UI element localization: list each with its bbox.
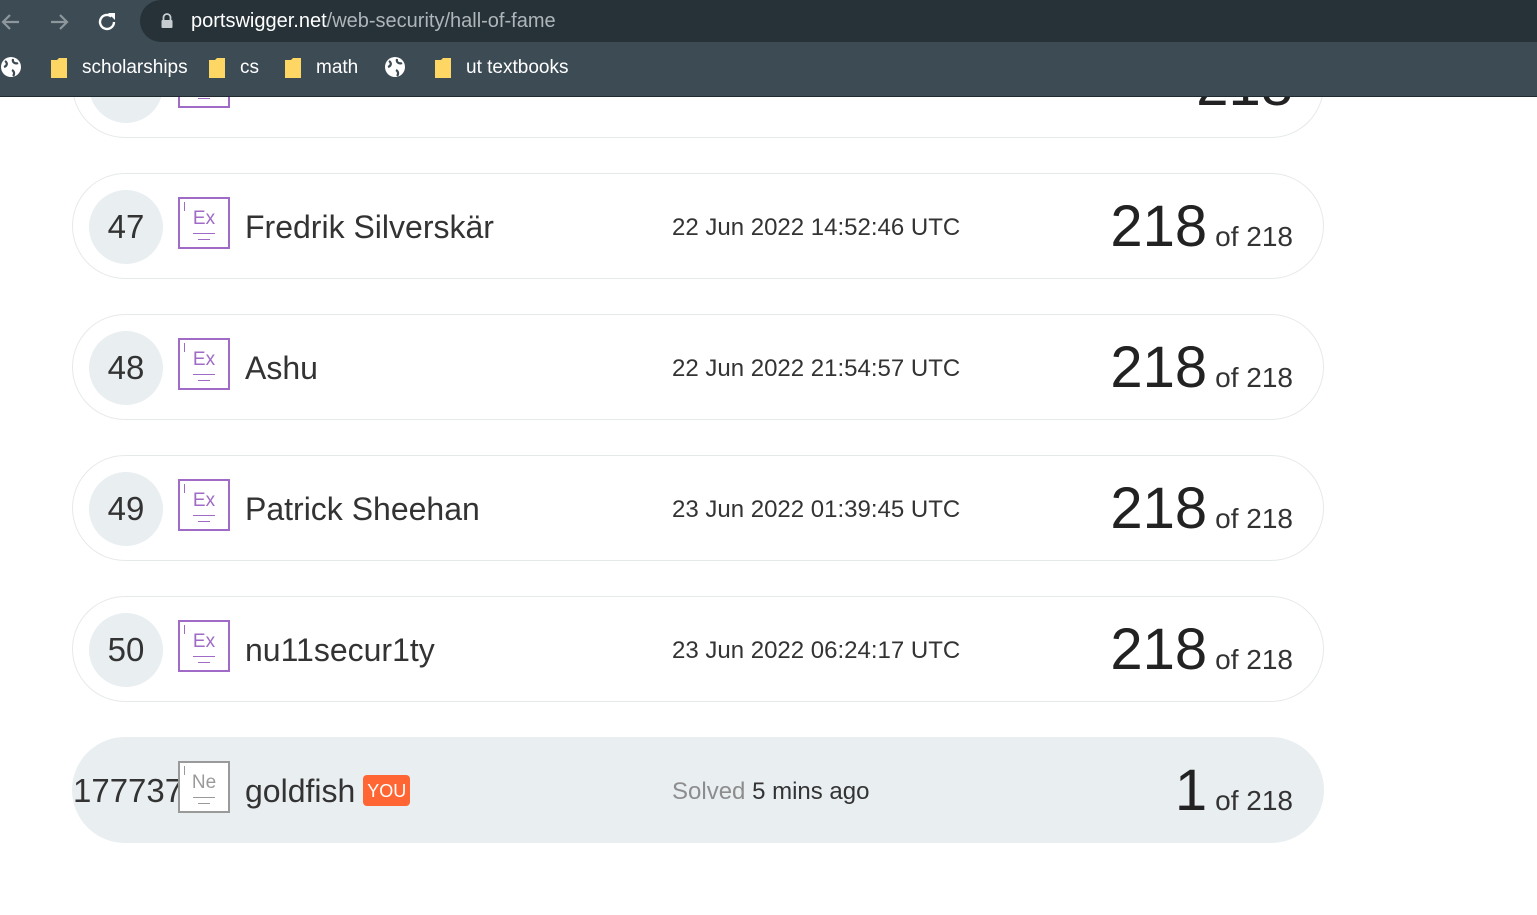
- completion-date: 22 Jun 2022 21:54:57 UTC: [672, 355, 961, 382]
- expert-badge-icon: Ex: [178, 338, 230, 390]
- current-user-row: 177737 Ne goldfish YOU Solved 5 mins ago …: [72, 737, 1324, 843]
- score-value: 218: [1110, 476, 1208, 541]
- score: 218 of 218: [1110, 333, 1293, 403]
- completion-date: 23 Jun 2022 01:39:45 UTC: [672, 496, 961, 523]
- score-total: of 218: [1215, 785, 1293, 816]
- expert-badge-icon: Ex: [178, 479, 230, 531]
- rank-circle: [89, 97, 163, 123]
- bookmark-math[interactable]: math: [284, 44, 358, 92]
- url-path: /web-security/hall-of-fame: [326, 10, 556, 32]
- bookmark-label: ut textbooks: [466, 57, 569, 78]
- bookmark-scholarships[interactable]: scholarships: [50, 44, 188, 92]
- solved-label: Solved: [672, 778, 746, 805]
- badge-abbr: Ex: [192, 631, 216, 652]
- player-name: nu11secur1ty: [245, 632, 435, 668]
- back-button[interactable]: [0, 8, 25, 36]
- bookmark-label: math: [316, 57, 359, 78]
- rank-badge: 47: [89, 190, 163, 264]
- score: 218: [1196, 97, 1293, 121]
- hall-of-fame-list: 218 47 Ex Fredrik Silverskär 22 Jun 2022…: [0, 97, 1537, 915]
- rank-badge: 49: [89, 472, 163, 546]
- bookmark-cs[interactable]: cs: [208, 44, 259, 92]
- score: 218 of 218: [1110, 474, 1293, 544]
- url-text: portswigger.net/web-security/hall-of-fam…: [191, 9, 556, 33]
- reload-icon: [98, 13, 116, 31]
- player-name: goldfish YOU: [245, 771, 411, 811]
- solved-time: 5 mins ago: [752, 778, 870, 805]
- globe-icon[interactable]: [384, 56, 406, 78]
- forward-arrow-icon: [51, 14, 69, 30]
- score-value: 218: [1110, 335, 1208, 400]
- folder-icon: [51, 58, 67, 78]
- url-host: portswigger.net: [191, 10, 327, 32]
- score: 1 of 218: [1175, 756, 1293, 826]
- completion-date: 23 Jun 2022 06:24:17 UTC: [672, 637, 961, 664]
- score: 218 of 218: [1110, 192, 1293, 262]
- leaderboard-row: 50 Ex nu11secur1ty 23 Jun 2022 06:24:17 …: [72, 596, 1324, 702]
- leaderboard-row: 49 Ex Patrick Sheehan 23 Jun 2022 01:39:…: [72, 455, 1324, 561]
- score-total: of 218: [1215, 362, 1293, 393]
- browser-toolbar: portswigger.net/web-security/hall-of-fam…: [0, 0, 1537, 44]
- badge-abbr: Ne: [191, 772, 217, 793]
- player-name-text: goldfish: [245, 773, 356, 809]
- leaderboard-row-partial: 218: [72, 97, 1324, 138]
- rank-badge: 50: [89, 613, 163, 687]
- globe-icon[interactable]: [0, 56, 22, 78]
- rank-number: 177737: [73, 772, 184, 809]
- completion-date: 22 Jun 2022 14:52:46 UTC: [672, 214, 961, 241]
- solved-status: Solved 5 mins ago: [672, 778, 869, 806]
- score-value: 218: [1110, 617, 1208, 682]
- player-name: Fredrik Silverskär: [245, 209, 494, 245]
- player-name: Ashu: [245, 350, 318, 386]
- address-bar[interactable]: portswigger.net/web-security/hall-of-fam…: [140, 0, 1537, 42]
- expert-badge-icon: [178, 97, 230, 108]
- forward-button[interactable]: [45, 8, 73, 36]
- back-arrow-icon: [1, 14, 19, 30]
- expert-badge-icon: Ex: [178, 197, 230, 249]
- badge-abbr: Ex: [192, 349, 216, 370]
- badge-abbr: Ex: [192, 490, 216, 511]
- score-value: 1: [1174, 758, 1208, 823]
- bookmark-label: scholarships: [82, 57, 188, 78]
- score-value: 218: [1196, 97, 1293, 121]
- score-total: of 218: [1215, 644, 1293, 675]
- folder-icon: [209, 58, 225, 78]
- leaderboard-row: 48 Ex Ashu 22 Jun 2022 21:54:57 UTC 218 …: [72, 314, 1324, 420]
- expert-badge-icon: Ex: [178, 620, 230, 672]
- newbie-badge-icon: Ne: [178, 761, 230, 813]
- score-value: 218: [1110, 194, 1208, 259]
- score-total: of 218: [1215, 503, 1293, 534]
- you-badge: YOU: [363, 775, 411, 807]
- leaderboard-row: 47 Ex Fredrik Silverskär 22 Jun 2022 14:…: [72, 173, 1324, 279]
- score-total: of 218: [1215, 221, 1293, 252]
- reload-button[interactable]: [93, 8, 121, 36]
- badge-abbr: Ex: [192, 208, 216, 229]
- lock-icon: [161, 13, 173, 28]
- player-name: Patrick Sheehan: [245, 491, 480, 527]
- bookmark-ut-textbooks[interactable]: ut textbooks: [434, 44, 568, 92]
- folder-icon: [285, 58, 301, 78]
- score: 218 of 218: [1110, 615, 1293, 685]
- bookmarks-bar: scholarships cs math ut textbooks: [0, 44, 1537, 97]
- rank-badge: 48: [89, 331, 163, 405]
- bookmark-label: cs: [240, 57, 259, 78]
- folder-icon: [435, 58, 451, 78]
